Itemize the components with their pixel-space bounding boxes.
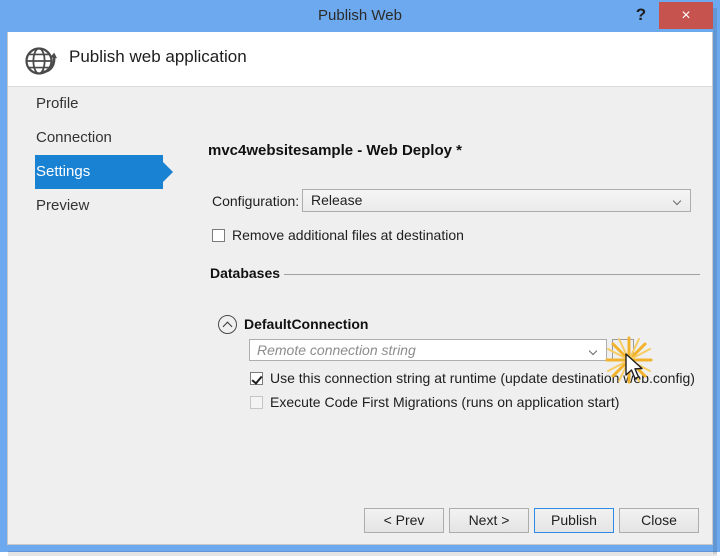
databases-group-divider — [284, 274, 700, 275]
sidebar-selection-arrow-icon — [163, 162, 173, 182]
configuration-select[interactable]: Release — [302, 189, 691, 212]
chevron-up-circle-icon[interactable] — [218, 315, 237, 334]
wizard-sidebar: Profile Connection Settings Preview — [8, 87, 176, 223]
configuration-value: Release — [311, 192, 363, 208]
dialog-header-title: Publish web application — [69, 47, 247, 66]
dialog-header: Publish web application — [8, 32, 712, 87]
prev-button[interactable]: < Prev — [364, 508, 444, 533]
checkbox-label: Use this connection string at runtime (u… — [270, 370, 695, 386]
publish-web-dialog: Publish Web ? × Publish web application — [0, 0, 720, 552]
help-button[interactable]: ? — [628, 1, 654, 29]
sidebar-item-profile[interactable]: Profile — [8, 87, 176, 121]
configuration-label: Configuration: — [212, 193, 300, 209]
connection-string-browse-button[interactable] — [612, 339, 634, 361]
close-button[interactable]: × — [659, 2, 713, 29]
dialog-footer: < Prev Next > Publish Close — [8, 500, 712, 545]
settings-pane: mvc4websitesample - Web Deploy * Configu… — [176, 87, 712, 544]
sidebar-item-label: Profile — [36, 95, 79, 112]
remote-connection-string-placeholder: Remote connection string — [257, 342, 416, 358]
sidebar-item-settings[interactable]: Settings — [8, 155, 176, 189]
next-button[interactable]: Next > — [449, 508, 529, 533]
window-shadow-bottom — [8, 551, 717, 556]
globe-publish-icon — [23, 42, 59, 78]
close-dialog-button[interactable]: Close — [619, 508, 699, 533]
checkbox-box — [250, 372, 263, 385]
title-bar[interactable]: Publish Web ? × — [0, 0, 720, 32]
remote-connection-string-input[interactable]: Remote connection string — [249, 339, 607, 361]
dialog-client-area: Publish web application Profile Connecti… — [7, 32, 713, 545]
chevron-down-icon — [674, 198, 681, 205]
checkbox-box — [250, 396, 263, 409]
databases-group-label: Databases — [210, 265, 281, 281]
sidebar-item-preview[interactable]: Preview — [8, 189, 176, 223]
checkbox-label: Execute Code First Migrations (runs on a… — [270, 394, 620, 410]
chevron-down-icon[interactable] — [590, 348, 597, 355]
checkbox-label: Remove additional files at destination — [232, 227, 464, 243]
default-connection-label: DefaultConnection — [244, 316, 369, 332]
window-title: Publish Web — [318, 7, 402, 24]
sidebar-item-connection[interactable]: Connection — [8, 121, 176, 155]
checkbox-box — [212, 229, 225, 242]
publish-button[interactable]: Publish — [534, 508, 614, 533]
sidebar-item-label: Settings — [36, 163, 91, 180]
page-title: mvc4websitesample - Web Deploy * — [208, 142, 462, 159]
window-shadow-right — [713, 8, 717, 554]
sidebar-item-label: Preview — [36, 197, 90, 214]
sidebar-item-label: Connection — [36, 129, 112, 146]
